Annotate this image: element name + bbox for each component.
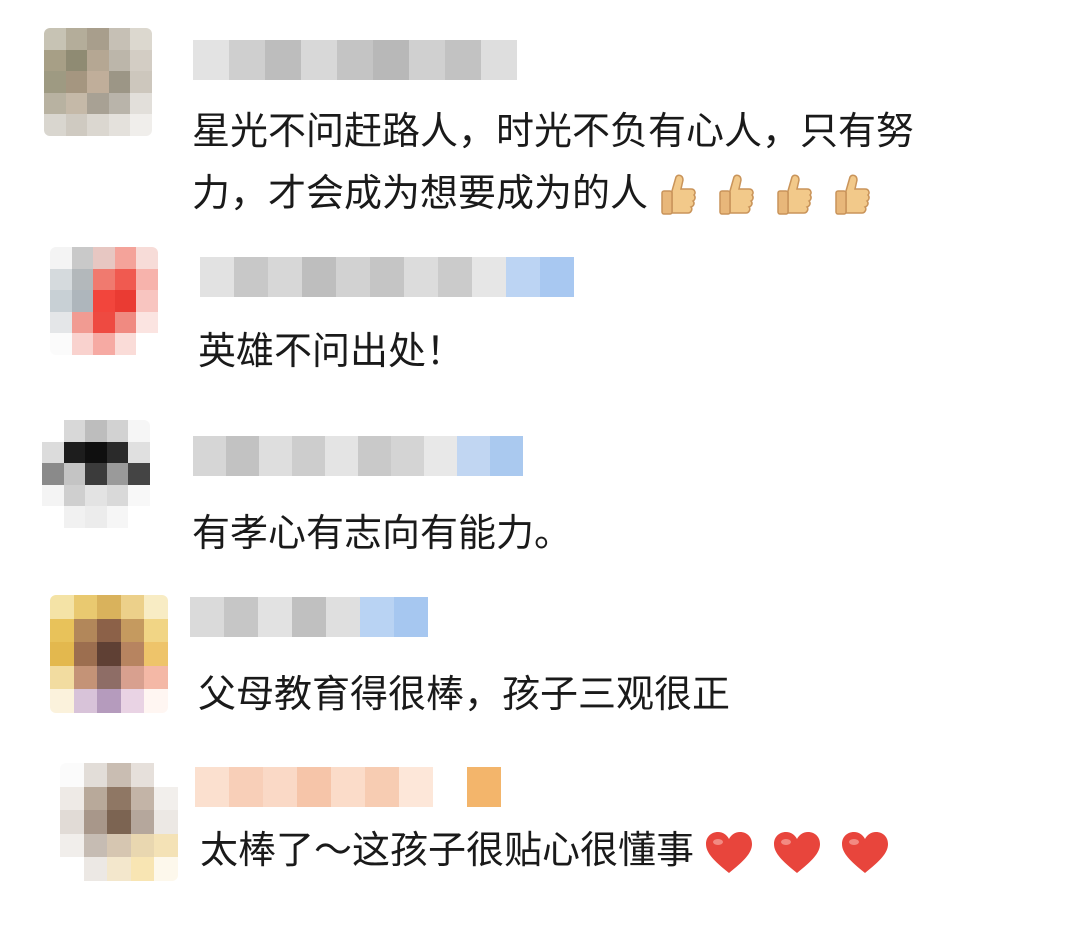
username-pixelated[interactable]	[193, 40, 517, 80]
username-pixelated[interactable]	[190, 597, 428, 637]
comment-item-4: 父母教育得很棒，孩子三观很正	[0, 585, 1080, 745]
heart-icon	[840, 831, 890, 875]
comment-text: 太棒了～这孩子很贴心很懂事	[200, 819, 890, 881]
comment-text: 父母教育得很棒，孩子三观很正	[198, 663, 730, 725]
heart-icon	[772, 831, 822, 875]
heart-icon	[704, 831, 754, 875]
heart-emoji-row	[704, 831, 890, 875]
thumbs-up-icon	[832, 173, 872, 219]
thumbs-up-emoji-row	[658, 173, 872, 219]
thumbs-up-icon	[658, 173, 698, 219]
comment-text-line: 星光不问赶路人，时光不负有心人，只有努	[192, 109, 915, 153]
comment-text-line: 英雄不问出处！	[198, 329, 465, 373]
comment-item-3: 有孝心有志向有能力。	[0, 410, 1080, 585]
comment-text-line: 有孝心有志向有能力。	[192, 511, 573, 555]
thumbs-up-icon	[716, 173, 756, 219]
avatar[interactable]	[42, 420, 150, 528]
username-pixelated[interactable]	[195, 767, 501, 807]
comment-text-line: 力，才会成为想要成为的人	[192, 162, 914, 224]
comment-text: 英雄不问出处！	[198, 320, 464, 382]
comment-text: 有孝心有志向有能力。	[192, 502, 572, 564]
username-pixelated[interactable]	[193, 436, 523, 476]
thumbs-up-icon	[774, 173, 814, 219]
avatar[interactable]	[50, 595, 168, 713]
comment-item-1: 星光不问赶路人，时光不负有心人，只有努 力，才会成为想要成为的人	[0, 0, 1080, 235]
comment-text-line: 太棒了～这孩子很贴心很懂事	[200, 819, 890, 881]
avatar[interactable]	[50, 247, 158, 355]
comment-text-line-2: 力，才会成为想要成为的人	[192, 171, 649, 215]
comment-text-line-1: 太棒了～这孩子很贴心很懂事	[200, 828, 695, 872]
avatar[interactable]	[60, 763, 178, 881]
comment-text: 星光不问赶路人，时光不负有心人，只有努 力，才会成为想要成为的人	[192, 100, 914, 224]
comment-item-5: 太棒了～这孩子很贴心很懂事	[0, 745, 1080, 925]
avatar[interactable]	[44, 28, 152, 136]
comment-text-line: 父母教育得很棒，孩子三观很正	[198, 672, 731, 716]
username-pixelated[interactable]	[200, 257, 574, 297]
comment-item-2: 英雄不问出处！	[0, 235, 1080, 410]
